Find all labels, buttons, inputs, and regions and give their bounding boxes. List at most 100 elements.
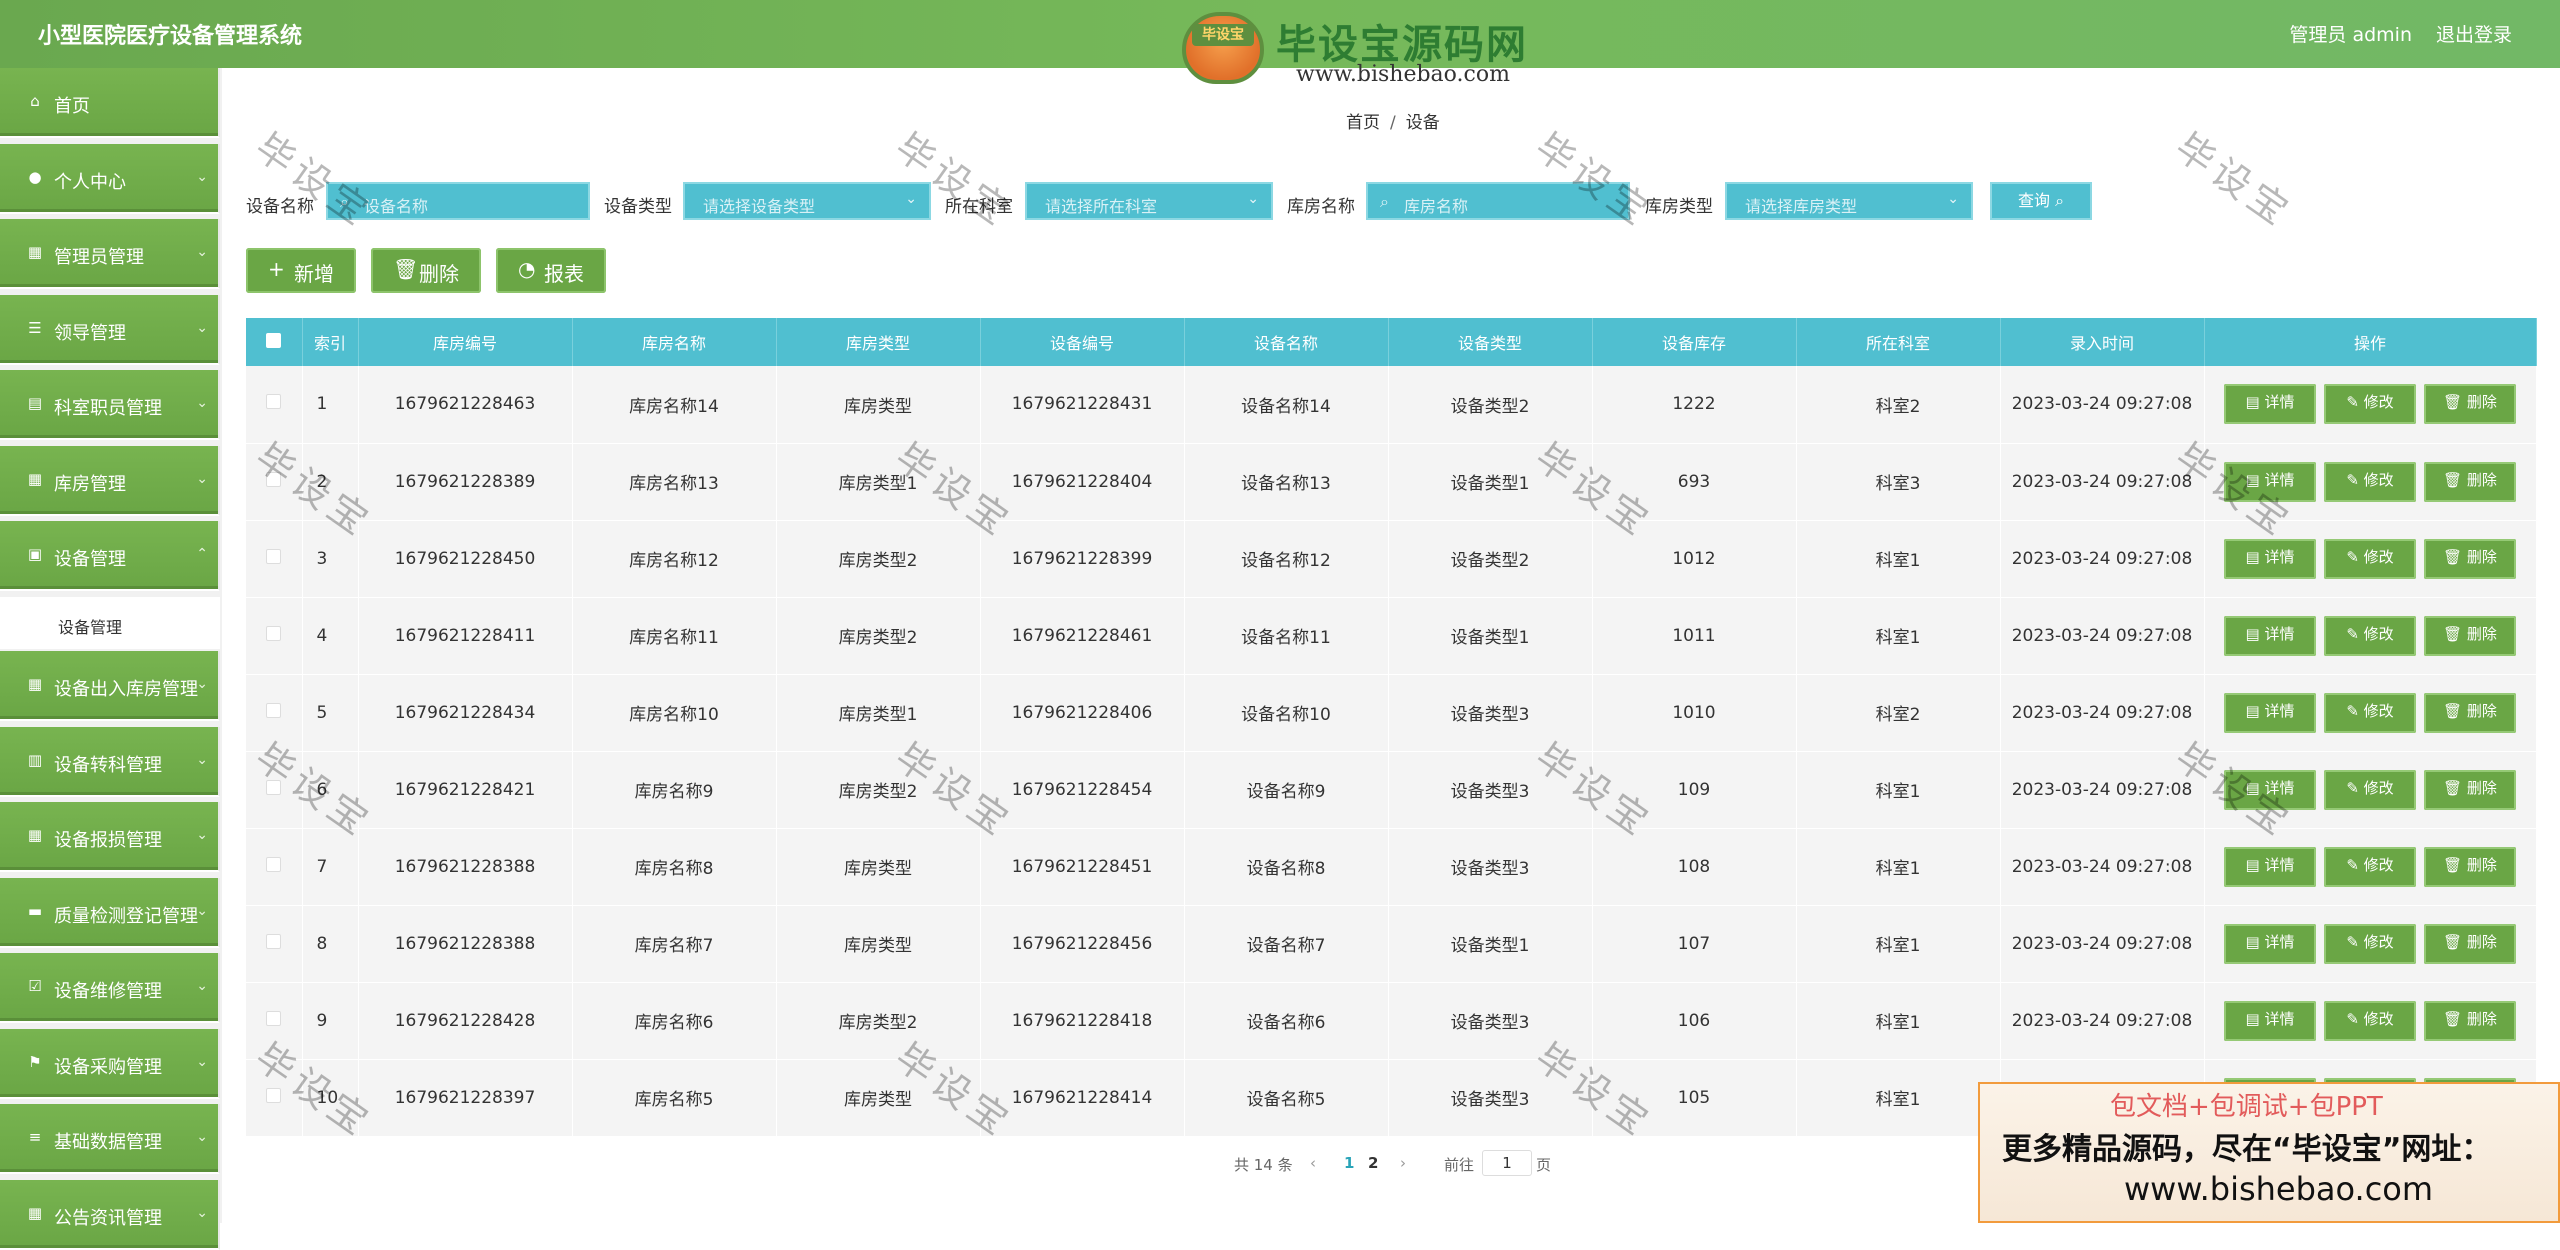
- sidebar-item-profile[interactable]: ● 个人中心 ⌄: [0, 144, 220, 214]
- detail-button[interactable]: ▤ 详情: [2224, 692, 2316, 733]
- cell-idx: 8: [302, 905, 359, 982]
- warehouse-name-placeholder: 库房名称: [1404, 197, 1469, 216]
- chat-icon: ▬: [27, 902, 43, 920]
- pie-chart-icon: ◔: [518, 257, 536, 281]
- cell-wh-type: 库房类型1: [776, 674, 981, 751]
- page-1[interactable]: 1: [1344, 1154, 1354, 1172]
- edit-button[interactable]: ✎ 修改: [2324, 538, 2416, 579]
- sidebar-item-basedata[interactable]: ≡ 基础数据管理 ⌄: [0, 1104, 220, 1174]
- delete-button[interactable]: 🗑 删除: [371, 248, 481, 293]
- edit-button[interactable]: ✎ 修改: [2324, 769, 2416, 810]
- department-select[interactable]: 请选择所在科室 ⌄: [1025, 182, 1273, 220]
- goto-page-input[interactable]: 1: [1482, 1150, 1532, 1176]
- query-button[interactable]: 查询 ⌕: [1990, 182, 2092, 220]
- edit-button[interactable]: ✎ 修改: [2324, 1000, 2416, 1041]
- cell-time: 2023-03-24 09:27:08: [2000, 597, 2205, 674]
- cell-operations: ▤ 详情✎ 修改🗑 删除: [2204, 828, 2537, 905]
- flag-icon: ⚑: [28, 1053, 42, 1071]
- cell-operations: ▤ 详情✎ 修改🗑 删除: [2204, 674, 2537, 751]
- row-delete-button[interactable]: 🗑 删除: [2424, 846, 2516, 887]
- detail-icon: ▤: [2245, 855, 2265, 874]
- search-icon: ⌕: [340, 192, 349, 211]
- cell-dev-type: 设备类型3: [1388, 982, 1593, 1059]
- sidebar-item-device-inout[interactable]: ▦ 设备出入库房管理 ⌄: [0, 651, 220, 721]
- logout-link[interactable]: 退出登录: [2436, 20, 2512, 47]
- warehouse-name-input[interactable]: ⌕ 库房名称: [1366, 182, 1630, 220]
- edit-button[interactable]: ✎ 修改: [2324, 923, 2416, 964]
- sidebar-item-home[interactable]: ⌂ 首页: [0, 68, 220, 138]
- sidebar-item-repair[interactable]: ☑ 设备维修管理 ⌄: [0, 953, 220, 1023]
- detail-button[interactable]: ▤ 详情: [2224, 846, 2316, 887]
- next-page-icon[interactable]: ›: [1400, 1154, 1406, 1172]
- detail-button[interactable]: ▤ 详情: [2224, 461, 2316, 502]
- row-checkbox[interactable]: [246, 366, 303, 443]
- edit-button[interactable]: ✎ 修改: [2324, 692, 2416, 733]
- sidebar-item-notice[interactable]: ▦ 公告资讯管理 ⌄: [0, 1180, 220, 1250]
- cell-time: 2023-03-24 09:27:08: [2000, 443, 2205, 520]
- sidebar-item-staff[interactable]: ▤ 科室职员管理 ⌄: [0, 370, 220, 440]
- row-delete-icon: 🗑: [2443, 701, 2467, 720]
- row-delete-button[interactable]: 🗑 删除: [2424, 461, 2516, 502]
- row-checkbox[interactable]: [246, 597, 303, 674]
- sidebar-item-device-transfer[interactable]: ▥ 设备转科管理 ⌄: [0, 727, 220, 797]
- row-delete-button[interactable]: 🗑 删除: [2424, 538, 2516, 579]
- row-checkbox[interactable]: [246, 751, 303, 828]
- detail-button[interactable]: ▤ 详情: [2224, 923, 2316, 964]
- row-delete-button[interactable]: 🗑 删除: [2424, 615, 2516, 656]
- page-2[interactable]: 2: [1368, 1154, 1378, 1172]
- add-button[interactable]: + 新增: [246, 248, 356, 293]
- sidebar-subitem-device[interactable]: 设备管理: [0, 597, 220, 649]
- edit-icon: ✎: [2346, 470, 2364, 489]
- detail-button-label: 详情: [2264, 624, 2295, 643]
- cell-wh-name: 库房名称6: [572, 982, 777, 1059]
- sidebar-item-quality[interactable]: ▬ 质量检测登记管理 ⌄: [0, 878, 220, 948]
- row-checkbox[interactable]: [246, 828, 303, 905]
- bar-chart-icon: ▥: [27, 751, 43, 769]
- detail-button[interactable]: ▤ 详情: [2224, 615, 2316, 656]
- sidebar-item-leader[interactable]: ☰ 领导管理 ⌄: [0, 295, 220, 365]
- sidebar-item-device[interactable]: ▣ 设备管理 ⌃: [0, 521, 220, 591]
- sidebar-item-device-damage[interactable]: ▦ 设备报损管理 ⌄: [0, 802, 220, 872]
- row-checkbox[interactable]: [246, 674, 303, 751]
- detail-button[interactable]: ▤ 详情: [2224, 769, 2316, 810]
- detail-button[interactable]: ▤ 详情: [2224, 538, 2316, 579]
- detail-button[interactable]: ▤ 详情: [2224, 1000, 2316, 1041]
- detail-button[interactable]: ▤ 详情: [2224, 384, 2316, 425]
- edit-button[interactable]: ✎ 修改: [2324, 461, 2416, 502]
- cell-operations: ▤ 详情✎ 修改🗑 删除: [2204, 751, 2537, 828]
- sidebar-item-admin[interactable]: ▦ 管理员管理 ⌄: [0, 219, 220, 289]
- edit-button[interactable]: ✎ 修改: [2324, 615, 2416, 656]
- detail-icon: ▤: [2245, 393, 2265, 412]
- prev-page-icon[interactable]: ‹: [1310, 1154, 1316, 1172]
- cell-dev-no: 1679621228404: [980, 443, 1185, 520]
- ad-banner[interactable]: 包文档+包调试+包PPT 更多精品源码，尽在“毕设宝”网址： www.bishe…: [1978, 1082, 2560, 1223]
- row-checkbox[interactable]: [246, 905, 303, 982]
- cell-idx: 7: [302, 828, 359, 905]
- row-delete-button[interactable]: 🗑 删除: [2424, 923, 2516, 964]
- row-delete-button-label: 删除: [2466, 393, 2497, 412]
- select-all-checkbox[interactable]: [246, 318, 303, 366]
- row-checkbox[interactable]: [246, 982, 303, 1059]
- breadcrumb-home[interactable]: 首页: [1346, 113, 1380, 133]
- cell-wh-no: 1679621228397: [358, 1059, 573, 1136]
- edit-button[interactable]: ✎ 修改: [2324, 846, 2416, 887]
- chevron-down-icon: ⌄: [196, 1205, 208, 1221]
- row-delete-button[interactable]: 🗑 删除: [2424, 692, 2516, 733]
- cell-wh-type: 库房类型1: [776, 443, 981, 520]
- row-delete-button[interactable]: 🗑 删除: [2424, 384, 2516, 425]
- row-delete-button[interactable]: 🗑 删除: [2424, 1000, 2516, 1041]
- row-delete-button-label: 删除: [2466, 932, 2497, 951]
- row-checkbox[interactable]: [246, 1059, 303, 1136]
- sidebar-item-warehouse[interactable]: ▦ 库房管理 ⌄: [0, 446, 220, 516]
- device-name-input[interactable]: ⌕ 设备名称: [326, 182, 590, 220]
- edit-button[interactable]: ✎ 修改: [2324, 384, 2416, 425]
- device-type-select[interactable]: 请选择设备类型 ⌄: [683, 182, 931, 220]
- row-checkbox[interactable]: [246, 443, 303, 520]
- report-button[interactable]: ◔ 报表: [496, 248, 606, 293]
- warehouse-type-select[interactable]: 请选择库房类型 ⌄: [1725, 182, 1973, 220]
- chevron-down-icon: ⌄: [196, 978, 208, 994]
- row-delete-button[interactable]: 🗑 删除: [2424, 769, 2516, 810]
- column-header: 所在科室: [1796, 318, 2001, 366]
- row-checkbox[interactable]: [246, 520, 303, 597]
- sidebar-item-purchase[interactable]: ⚑ 设备采购管理 ⌄: [0, 1029, 220, 1099]
